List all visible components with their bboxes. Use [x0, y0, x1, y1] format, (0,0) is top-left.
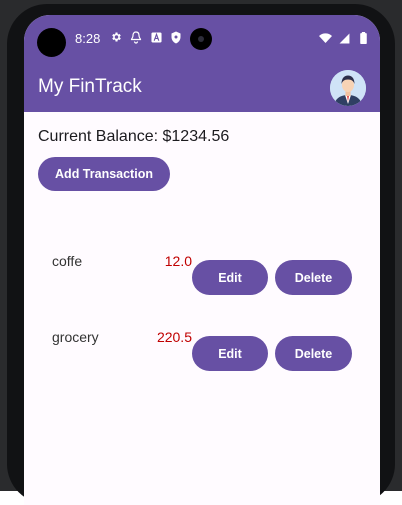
battery-icon — [356, 31, 370, 45]
current-balance: Current Balance: $1234.56 — [38, 128, 230, 145]
transaction-amount: 220.5 — [156, 329, 192, 345]
status-bar: 8:28 — [24, 15, 380, 60]
shield-icon — [169, 30, 183, 44]
status-time: 8:28 — [75, 31, 101, 46]
accessibility-icon — [129, 30, 143, 44]
edit-button[interactable]: Edit — [192, 336, 268, 371]
add-transaction-button[interactable]: Add Transaction — [38, 157, 170, 191]
transaction-name: coffe — [52, 253, 83, 269]
app-bar: My FinTrack — [24, 60, 380, 112]
camera-punch-hole — [190, 28, 212, 50]
transaction-amount: 12.0 — [164, 253, 192, 269]
settings-icon — [109, 30, 123, 44]
edit-button[interactable]: Edit — [192, 260, 268, 295]
front-camera — [37, 28, 66, 57]
a-icon — [149, 30, 163, 44]
transaction-name: grocery — [52, 329, 99, 345]
status-icons-right — [318, 31, 370, 45]
app-title: My FinTrack — [38, 76, 142, 97]
delete-button[interactable]: Delete — [275, 336, 352, 371]
status-icons-left — [109, 30, 183, 44]
device-frame: 8:28 My FinTrack Current Balance: $1234.… — [0, 0, 402, 505]
signal-icon — [337, 31, 351, 45]
main-content: Current Balance: $1234.56 Add Transactio… — [24, 112, 380, 505]
phone-screen: 8:28 My FinTrack Current Balance: $1234.… — [24, 15, 380, 505]
wifi-icon — [318, 31, 332, 45]
avatar-icon[interactable] — [330, 70, 366, 106]
delete-button[interactable]: Delete — [275, 260, 352, 295]
